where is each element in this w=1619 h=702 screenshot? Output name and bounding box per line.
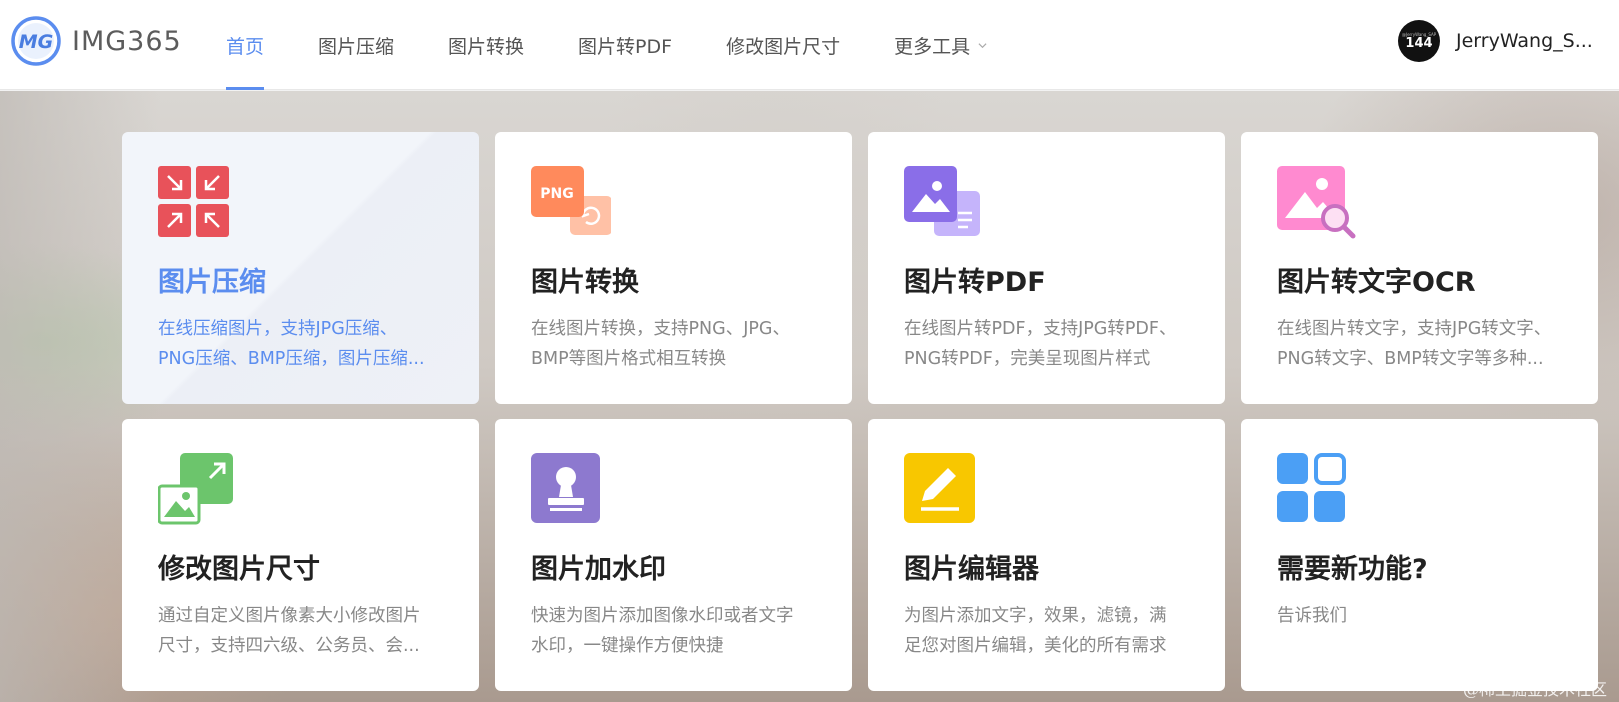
tool-card-resize-image[interactable]: 修改图片尺寸 通过自定义图片像素大小修改图片 尺寸，支持四六级、公务员、会... — [122, 419, 479, 691]
logo[interactable]: MG IMG365 — [10, 15, 182, 67]
card-description-line: 水印，一键操作方便快捷 — [531, 636, 724, 656]
nav-image-convert-label: 图片转换 — [448, 35, 525, 58]
nav-more-tools-label: 更多工具 — [894, 35, 971, 58]
nav-image-compress[interactable]: 图片压缩 — [318, 0, 394, 90]
card-title: 需要新功能? — [1277, 554, 1428, 585]
nav-image-convert[interactable]: 图片转换 — [448, 0, 524, 90]
nav-resize-image[interactable]: 修改图片尺寸 — [726, 0, 840, 90]
card-description: 在线图片转文字，支持JPG转文字、 PNG转文字、BMP转文字等多种... — [1277, 314, 1572, 374]
card-description: 快速为图片添加图像水印或者文字 水印，一键操作方便快捷 — [531, 601, 826, 661]
tool-card-image-watermark[interactable]: 图片加水印 快速为图片添加图像水印或者文字 水印，一键操作方便快捷 — [495, 419, 852, 691]
tool-card-image-convert[interactable]: PNG 图片转换 在线图片转换，支持PNG、JPG、 BMP等图片格式相互转换 — [495, 132, 852, 404]
card-description-line: 通过自定义图片像素大小修改图片 — [158, 606, 421, 626]
tool-card-image-ocr[interactable]: 图片转文字OCR 在线图片转文字，支持JPG转文字、 PNG转文字、BMP转文字… — [1241, 132, 1598, 404]
card-description-line: 在线图片转文字，支持JPG转文字、 — [1277, 319, 1552, 339]
nav-more-tools[interactable]: 更多工具 — [894, 0, 987, 90]
card-description-line: 为图片添加文字，效果，滤镜，满 — [904, 606, 1167, 626]
watermark-stamp-icon — [531, 453, 600, 523]
card-description-line: 在线图片转PDF，支持JPG转PDF、 — [904, 319, 1177, 339]
card-title: 图片加水印 — [531, 554, 666, 585]
card-description: 告诉我们 — [1277, 601, 1572, 631]
card-description: 通过自定义图片像素大小修改图片 尺寸，支持四六级、公务员、会... — [158, 601, 453, 661]
card-title: 图片压缩 — [158, 267, 266, 298]
card-title: 图片转换 — [531, 267, 639, 298]
main-nav: 首页 图片压缩 图片转换 图片转PDF 修改图片尺寸 更多工具 — [226, 0, 987, 90]
grid-apps-icon — [1277, 453, 1346, 522]
nav-image-to-pdf-label: 图片转PDF — [578, 35, 673, 58]
nav-image-compress-label: 图片压缩 — [318, 35, 395, 58]
tool-card-image-editor[interactable]: 图片编辑器 为图片添加文字，效果，滤镜，满 足您对图片编辑，美化的所有需求 — [868, 419, 1225, 691]
convert-icon: PNG — [531, 166, 611, 235]
username[interactable]: JerryWang_S... — [1456, 30, 1593, 52]
card-description-line: BMP等图片格式相互转换 — [531, 349, 727, 369]
nav-resize-image-label: 修改图片尺寸 — [726, 35, 841, 58]
avatar[interactable]: @JerryWang_SAP 144 — [1398, 20, 1440, 62]
card-description-line: 在线压缩图片，支持JPG压缩、 — [158, 319, 398, 339]
card-description-line: 在线图片转换，支持PNG、JPG、 — [531, 319, 790, 339]
logo-mark-icon: MG — [11, 16, 61, 66]
card-description-line: PNG压缩、BMP压缩，图片压缩... — [158, 349, 425, 369]
card-title: 图片转PDF — [904, 267, 1046, 298]
top-header: MG IMG365 首页 图片压缩 图片转换 图片转PDF 修改图片尺寸 更多工… — [0, 0, 1619, 90]
image-to-pdf-icon — [904, 166, 980, 236]
card-description-line: 足您对图片编辑，美化的所有需求 — [904, 636, 1167, 656]
user-menu[interactable]: @JerryWang_SAP 144 JerryWang_S... — [1398, 20, 1593, 62]
card-title: 修改图片尺寸 — [158, 554, 320, 585]
resize-icon — [158, 453, 233, 525]
tool-card-request-feature[interactable]: 需要新功能? 告诉我们 — [1241, 419, 1598, 691]
card-description: 在线图片转PDF，支持JPG转PDF、 PNG转PDF，完美呈现图片样式 — [904, 314, 1199, 374]
card-description-line: 告诉我们 — [1277, 606, 1347, 626]
logo-letters: MG — [19, 31, 54, 53]
ocr-icon — [1277, 166, 1356, 239]
tool-card-image-compress[interactable]: 图片压缩 在线压缩图片，支持JPG压缩、 PNG压缩、BMP压缩，图片压缩... — [122, 132, 479, 404]
card-description-line: 快速为图片添加图像水印或者文字 — [531, 606, 794, 626]
card-description: 在线图片转换，支持PNG、JPG、 BMP等图片格式相互转换 — [531, 314, 826, 374]
card-title: 图片编辑器 — [904, 554, 1039, 585]
tool-card-image-to-pdf[interactable]: 图片转PDF 在线图片转PDF，支持JPG转PDF、 PNG转PDF，完美呈现图… — [868, 132, 1225, 404]
png-label: PNG — [540, 186, 573, 202]
nav-home-label: 首页 — [226, 35, 265, 58]
card-description-line: PNG转PDF，完美呈现图片样式 — [904, 349, 1151, 369]
site-watermark: @稀土掘金技术社区 — [1462, 680, 1607, 699]
card-title: 图片转文字OCR — [1277, 267, 1476, 298]
card-description: 为图片添加文字，效果，滤镜，满 足您对图片编辑，美化的所有需求 — [904, 601, 1199, 661]
card-description: 在线压缩图片，支持JPG压缩、 PNG压缩、BMP压缩，图片压缩... — [158, 314, 453, 374]
card-description-line: PNG转文字、BMP转文字等多种... — [1277, 349, 1544, 369]
nav-image-to-pdf[interactable]: 图片转PDF — [578, 0, 672, 90]
chevron-down-icon — [978, 42, 987, 48]
avatar-number: 144 — [1405, 35, 1433, 51]
compress-icon — [158, 166, 229, 237]
edit-pencil-icon — [904, 453, 975, 523]
brand-name: IMG365 — [72, 25, 182, 57]
card-description-line: 尺寸，支持四六级、公务员、会... — [158, 636, 420, 656]
nav-home[interactable]: 首页 — [226, 0, 265, 90]
